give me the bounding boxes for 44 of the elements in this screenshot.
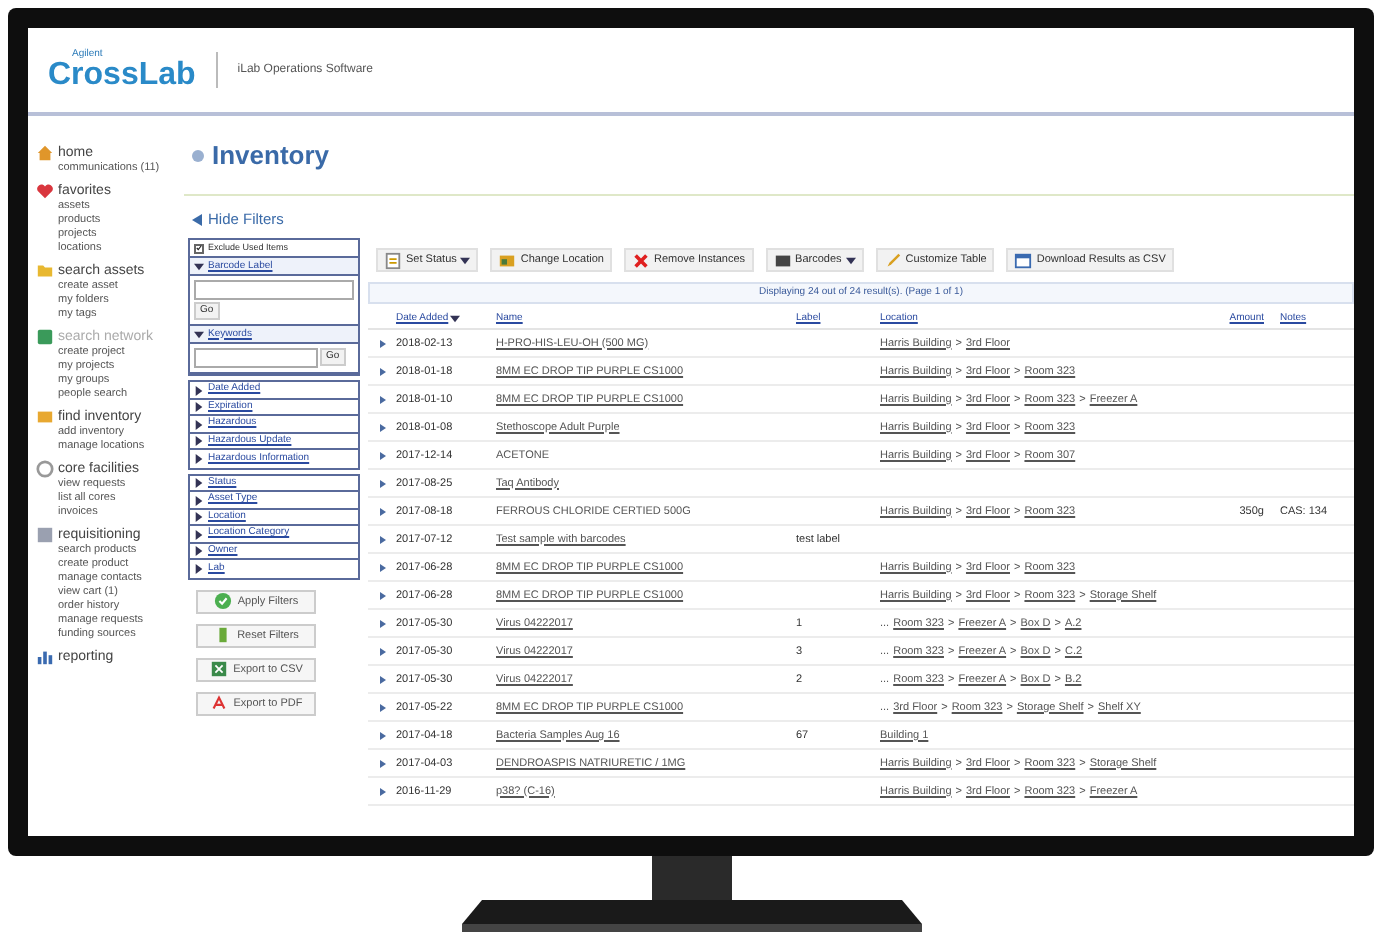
bar-chart-icon	[36, 648, 54, 666]
pdf-icon	[209, 694, 228, 713]
expand-row-icon[interactable]	[379, 507, 385, 516]
close-icon	[631, 251, 650, 270]
checkbox[interactable]	[194, 243, 204, 254]
house-icon	[36, 144, 54, 162]
caret-left-icon	[192, 213, 202, 226]
caret-down-icon	[845, 255, 856, 266]
expand-row-icon[interactable]	[379, 703, 385, 712]
page-title: Inventory	[212, 137, 330, 174]
check-circle-icon	[213, 592, 232, 611]
check-icon	[196, 244, 202, 253]
filter-input[interactable]	[194, 348, 318, 369]
expand-row-icon[interactable]	[379, 339, 385, 348]
expand-row-icon[interactable]	[379, 535, 385, 544]
expand-row-icon[interactable]	[379, 619, 385, 628]
expand-row-icon[interactable]	[379, 367, 385, 376]
expand-row-icon[interactable]	[379, 787, 385, 796]
folder-icon	[36, 262, 54, 280]
expand-row-icon[interactable]	[379, 451, 385, 460]
table-icon	[1014, 251, 1033, 270]
expand-row-icon[interactable]	[379, 423, 385, 432]
circle-icon	[36, 460, 54, 478]
expand-row-icon[interactable]	[379, 647, 385, 656]
expand-row-icon[interactable]	[379, 563, 385, 572]
pencil-icon	[883, 251, 902, 270]
document-icon	[384, 251, 402, 270]
filter-input[interactable]	[194, 280, 354, 301]
caret-down-icon	[460, 255, 471, 266]
box-icon	[498, 251, 517, 270]
expand-row-icon[interactable]	[379, 731, 385, 740]
expand-row-icon[interactable]	[379, 759, 385, 768]
logo: CrossLab	[48, 59, 196, 91]
expand-row-icon[interactable]	[379, 395, 385, 404]
heart-icon	[36, 182, 54, 200]
caret-down-icon	[194, 261, 204, 272]
caret-down-icon	[194, 329, 204, 340]
bullet-icon	[192, 149, 204, 161]
sort-caret-icon	[450, 314, 461, 324]
spreadsheet-icon	[209, 660, 228, 679]
expand-row-icon[interactable]	[379, 479, 385, 488]
expand-row-icon[interactable]	[379, 591, 385, 600]
box-icon	[36, 408, 54, 426]
expand-row-icon[interactable]	[379, 675, 385, 684]
